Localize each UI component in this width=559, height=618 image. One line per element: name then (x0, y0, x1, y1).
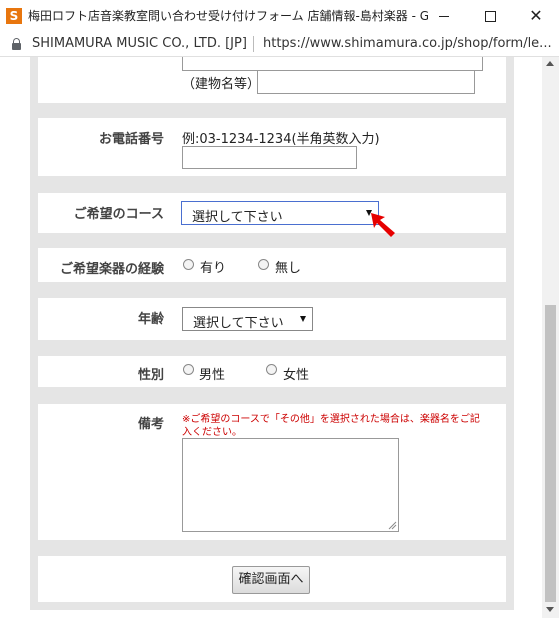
experience-no-radio[interactable] (258, 259, 269, 270)
course-selected-value: 選択して下さい (192, 210, 283, 225)
experience-yes-label[interactable]: 有り (200, 257, 226, 276)
remarks-textarea[interactable] (182, 438, 399, 532)
address-separator (253, 36, 254, 52)
confirm-button[interactable]: 確認画面へ (232, 566, 310, 594)
site-identity[interactable]: SHIMAMURA MUSIC CO., LTD. [JP] (32, 32, 247, 56)
address-bar[interactable]: SHIMAMURA MUSIC CO., LTD. [JP] https://w… (0, 32, 559, 57)
lock-icon[interactable] (12, 38, 21, 50)
shimamura-favicon-icon: S (6, 8, 22, 24)
scroll-up-arrow-icon[interactable] (546, 61, 554, 66)
minimize-button[interactable] (421, 0, 467, 32)
gender-label: 性別 (137, 368, 164, 383)
window-title: 梅田ロフト店音楽教室問い合わせ受け付けフォーム 店舗情報-島村楽器 - Goog… (28, 9, 428, 23)
phone-label: お電話番号 (98, 132, 164, 147)
red-pointer-arrow-icon (371, 213, 395, 237)
age-selected-value: 選択して下さい (193, 316, 284, 331)
experience-no-label[interactable]: 無し (275, 257, 301, 276)
gender-female-radio[interactable] (266, 364, 277, 375)
course-select[interactable]: 選択して下さい (181, 201, 379, 225)
scroll-down-arrow-icon[interactable] (546, 607, 554, 612)
gender-male-radio[interactable] (183, 364, 194, 375)
remarks-label: 備考 (137, 417, 164, 432)
building-label: （建物名等） (182, 77, 261, 92)
gender-male-label[interactable]: 男性 (199, 364, 225, 383)
phone-input[interactable] (182, 146, 357, 169)
remarks-note-line1: ※ご希望のコースで「その他」を選択された場合は、楽器名をご記 (182, 414, 480, 425)
course-label: ご希望のコース (73, 207, 164, 222)
maximize-icon (485, 11, 496, 22)
experience-yes-radio[interactable] (183, 259, 194, 270)
close-button[interactable]: ✕ (513, 0, 559, 32)
age-label: 年齢 (137, 312, 164, 327)
address-input[interactable] (182, 57, 483, 71)
building-input[interactable] (257, 70, 475, 94)
resize-handle-icon[interactable] (388, 521, 397, 530)
phone-example-text: 例:03-1234-1234(半角英数入力) (182, 132, 380, 147)
minimize-icon (439, 16, 449, 17)
gender-female-label[interactable]: 女性 (283, 364, 309, 383)
close-icon: ✕ (529, 6, 543, 25)
url-text[interactable]: https://www.shimamura.co.jp/shop/form/le… (263, 32, 555, 56)
experience-label: ご希望楽器の経験 (59, 262, 164, 277)
maximize-button[interactable] (467, 0, 513, 32)
dropdown-arrow-icon (300, 316, 306, 322)
age-select[interactable]: 選択して下さい (182, 307, 313, 331)
window-titlebar: S 梅田ロフト店音楽教室問い合わせ受け付けフォーム 店舗情報-島村楽器 - Go… (0, 0, 559, 33)
scrollbar-thumb[interactable] (545, 305, 556, 602)
